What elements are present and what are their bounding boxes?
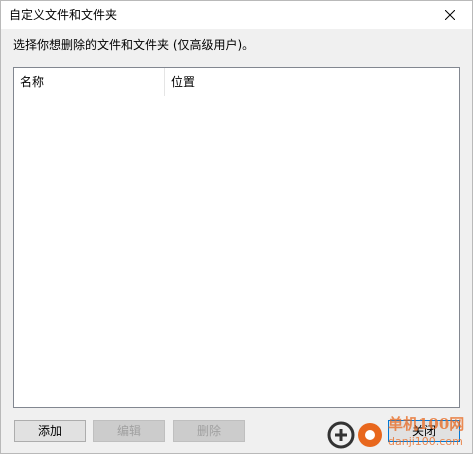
column-header-location[interactable]: 位置 [165,68,459,96]
column-header-name[interactable]: 名称 [14,68,165,96]
dialog-window: 自定义文件和文件夹 选择你想删除的文件和文件夹 (仅高级用户)。 名称 位置 添… [0,0,473,454]
close-button[interactable]: 关闭 [388,420,460,442]
watermark-logo-icon [327,421,382,449]
close-icon [445,10,455,20]
add-button[interactable]: 添加 [14,420,86,442]
list-header: 名称 位置 [14,68,459,96]
window-title: 自定义文件和文件夹 [9,8,118,22]
instruction-text: 选择你想删除的文件和文件夹 (仅高级用户)。 [13,38,255,52]
window-close-button[interactable] [428,1,472,29]
title-bar[interactable]: 自定义文件和文件夹 [1,1,472,29]
delete-button[interactable]: 删除 [173,420,245,442]
files-folders-list[interactable]: 名称 位置 [13,67,460,408]
edit-button[interactable]: 编辑 [93,420,165,442]
list-body[interactable] [14,96,459,407]
